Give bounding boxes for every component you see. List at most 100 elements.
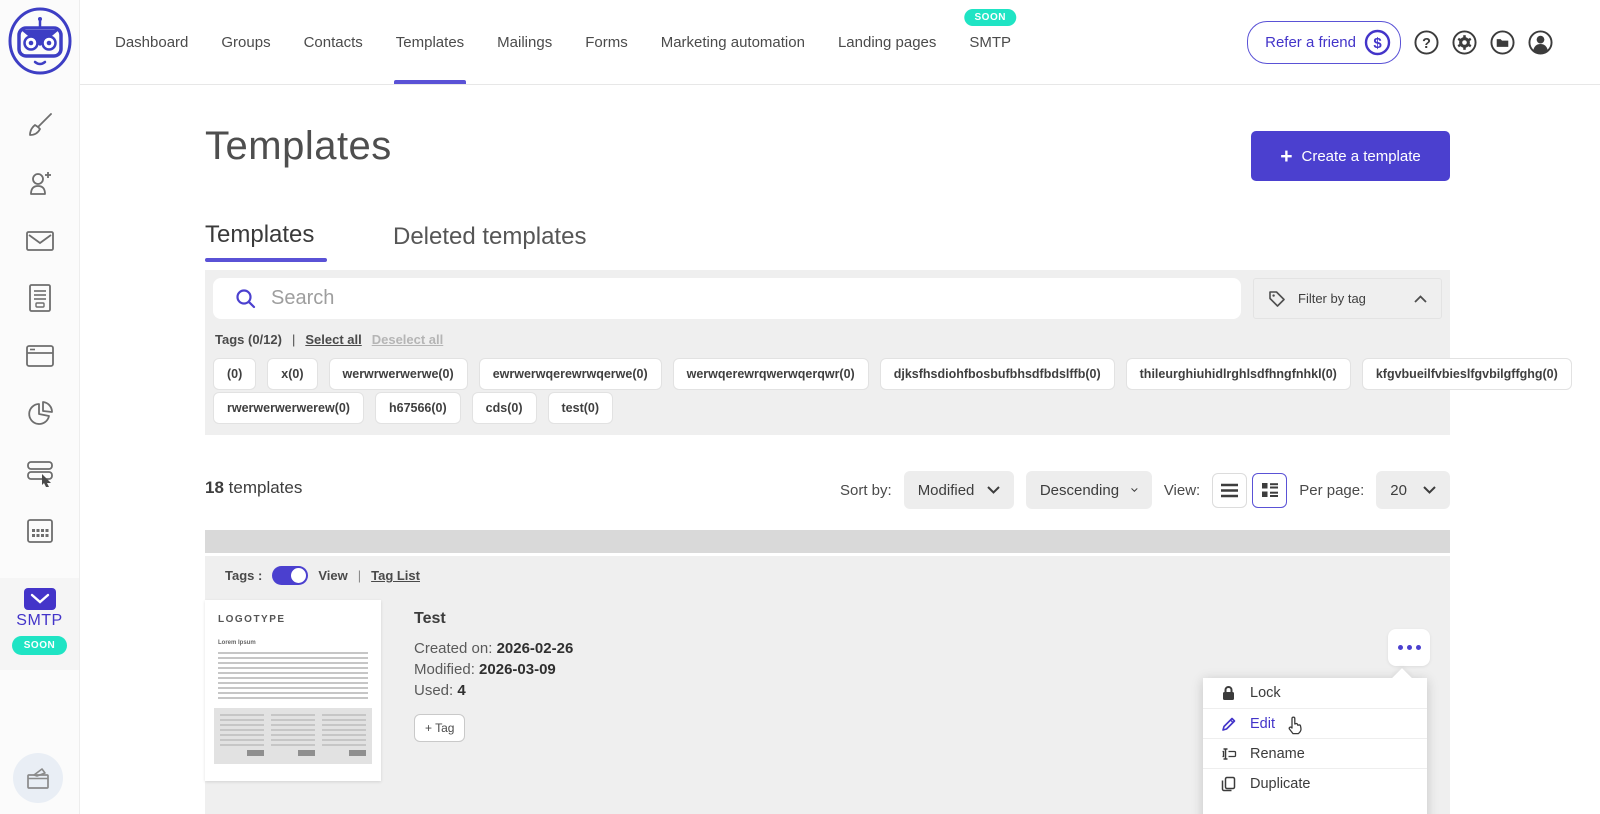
nav-dashboard[interactable]: Dashboard xyxy=(115,0,188,84)
nav-marketing-automation[interactable]: Marketing automation xyxy=(661,0,805,84)
calendar-grid-icon xyxy=(26,518,54,544)
sidebar-item-design[interactable] xyxy=(22,107,58,143)
tag-chip[interactable]: djksfhsdiohfbosbufbhsdfbdslffb(0) xyxy=(880,358,1115,390)
sort-by-label: Sort by: xyxy=(840,482,892,499)
sidebar-item-forms[interactable] xyxy=(22,280,58,316)
tag-chip[interactable]: ewrwerwqerewrwqerwe(0) xyxy=(479,358,662,390)
grid-view-button[interactable] xyxy=(1252,473,1287,508)
tag-chip[interactable]: cds(0) xyxy=(472,392,537,424)
create-template-button[interactable]: + Create a template xyxy=(1251,131,1450,181)
thumb-columns xyxy=(214,708,372,764)
tags-visibility-toggle[interactable] xyxy=(272,566,308,585)
tag-chip[interactable]: werwqerewrqwerwqerqwr(0) xyxy=(673,358,869,390)
tag-chip[interactable]: rwerwerwerwerew(0) xyxy=(213,392,364,424)
help-icon[interactable]: ? xyxy=(1414,30,1439,55)
template-thumbnail[interactable]: LOGOTYPE Lorem Ipsum xyxy=(205,600,381,781)
avatar[interactable] xyxy=(1528,30,1553,55)
tag-chip[interactable]: werwrwerwerwe(0) xyxy=(329,358,468,390)
tag-chip[interactable]: x(0) xyxy=(267,358,317,390)
button-cursor-icon xyxy=(25,457,55,487)
per-page-select[interactable]: 20 xyxy=(1376,471,1450,509)
duplicate-icon xyxy=(1220,775,1237,792)
nav-mailings[interactable]: Mailings xyxy=(497,0,552,84)
per-page-label: Per page: xyxy=(1299,482,1364,499)
main-nav: Dashboard Groups Contacts Templates Mail… xyxy=(80,0,1011,84)
smtp-soon-badge: SOON xyxy=(12,636,67,655)
select-all-link[interactable]: Select all xyxy=(305,332,361,347)
sidebar-item-contacts[interactable] xyxy=(22,165,58,201)
filter-by-tag-button[interactable]: Filter by tag xyxy=(1253,278,1442,319)
nav-smtp[interactable]: SOON SMTP xyxy=(969,0,1011,84)
tab-templates[interactable]: Templates xyxy=(205,221,314,249)
sort-field-select[interactable]: Modified xyxy=(904,471,1014,509)
tag-chip[interactable]: h67566(0) xyxy=(375,392,461,424)
nav-groups[interactable]: Groups xyxy=(221,0,270,84)
tag-list-link[interactable]: Tag List xyxy=(371,568,420,583)
browser-window-icon xyxy=(25,343,55,369)
nav-forms[interactable]: Forms xyxy=(585,0,628,84)
rename-icon xyxy=(1220,745,1237,762)
lock-icon xyxy=(1220,685,1237,702)
chevron-up-icon xyxy=(1414,295,1427,303)
menu-item-duplicate[interactable]: Duplicate xyxy=(1203,768,1427,798)
tag-chip[interactable]: kfgvbueilfvbieslfgvbilgffghg(0) xyxy=(1362,358,1572,390)
chevron-down-icon xyxy=(1423,486,1436,494)
grid-view-icon xyxy=(1261,482,1279,498)
document-icon xyxy=(27,283,53,313)
nav-templates[interactable]: Templates xyxy=(396,0,464,84)
template-used: Used: 4 xyxy=(414,682,466,699)
sidebar: SMTP SOON xyxy=(0,0,80,814)
templates-page: SMTP SOON Dashboard Groups Contacts Temp… xyxy=(0,0,1600,814)
edit-pencil-icon xyxy=(1220,715,1237,732)
smtp-envelope-icon xyxy=(24,588,56,610)
nav-landing-pages[interactable]: Landing pages xyxy=(838,0,936,84)
menu-item-rename[interactable]: Rename xyxy=(1203,738,1427,768)
deselect-all-link[interactable]: Deselect all xyxy=(372,332,444,347)
thumb-logotype: LOGOTYPE xyxy=(218,614,286,625)
tags-toggle-row: Tags : View | Tag List xyxy=(225,566,420,585)
promo-box-button[interactable] xyxy=(13,753,63,803)
tag-icon xyxy=(1268,290,1286,308)
chevron-down-icon xyxy=(987,486,1000,494)
sidebar-item-smtp[interactable]: SMTP SOON xyxy=(0,578,79,670)
filter-panel: Filter by tag Tags (0/12) | Select all D… xyxy=(205,270,1450,435)
dot xyxy=(1398,645,1403,650)
sort-direction-select[interactable]: Descending xyxy=(1026,471,1152,509)
settings-gear-icon[interactable] xyxy=(1452,30,1477,55)
sidebar-item-calendar[interactable] xyxy=(22,513,58,549)
smtp-label: SMTP xyxy=(0,612,79,630)
smtp-soon-badge: SOON xyxy=(964,9,1015,26)
tag-chip[interactable]: test(0) xyxy=(548,392,614,424)
sidebar-item-popups[interactable] xyxy=(22,454,58,490)
template-actions-button[interactable] xyxy=(1388,629,1430,666)
app-logo[interactable] xyxy=(7,6,73,76)
search-icon xyxy=(235,288,257,310)
svg-text:$: $ xyxy=(1373,35,1382,52)
search-bar xyxy=(213,278,1241,319)
view-mode-label: View xyxy=(318,568,347,583)
sort-controls: Sort by: Modified Descending View: xyxy=(840,470,1450,510)
list-view-button[interactable] xyxy=(1212,473,1247,508)
folder-icon[interactable] xyxy=(1490,30,1515,55)
sidebar-item-mailings[interactable] xyxy=(22,223,58,259)
active-tab-underline xyxy=(394,80,466,84)
nav-contacts[interactable]: Contacts xyxy=(304,0,363,84)
sidebar-item-statistics[interactable] xyxy=(22,396,58,432)
envelope-icon xyxy=(25,229,55,253)
header-actions: Refer a friend $ ? xyxy=(1247,21,1600,64)
menu-item-lock[interactable]: Lock xyxy=(1203,678,1427,708)
tag-chip[interactable]: (0) xyxy=(213,358,256,390)
template-name[interactable]: Test xyxy=(414,610,446,628)
menu-item-edit[interactable]: Edit xyxy=(1203,708,1427,738)
list-group-bar xyxy=(205,530,1450,553)
tag-chip-row-2: rwerwerwerwerew(0) h67566(0) cds(0) test… xyxy=(213,392,613,424)
refer-a-friend-button[interactable]: Refer a friend $ xyxy=(1247,21,1401,64)
sidebar-item-landing-pages[interactable] xyxy=(22,338,58,374)
add-tag-button[interactable]: + Tag xyxy=(414,714,465,742)
search-input[interactable] xyxy=(271,278,1241,319)
plus-icon: + xyxy=(1280,146,1292,167)
view-label: View: xyxy=(1164,482,1200,499)
tag-chip[interactable]: thileurghiuhidlrghlsdfhngfnhkl(0) xyxy=(1126,358,1351,390)
tab-deleted-templates[interactable]: Deleted templates xyxy=(393,223,586,251)
svg-text:?: ? xyxy=(1422,35,1431,51)
